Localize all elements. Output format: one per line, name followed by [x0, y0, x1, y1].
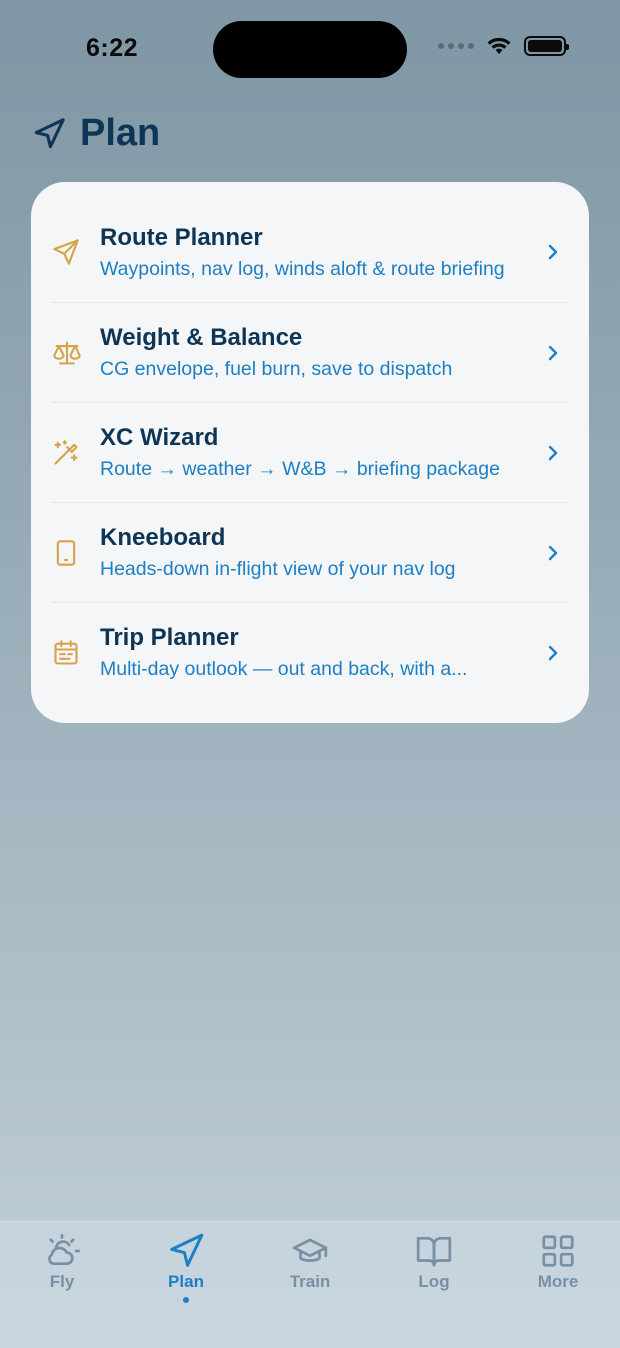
menu-item-weight-balance[interactable]: Weight & Balance CG envelope, fuel burn,…	[52, 302, 568, 402]
chevron-right-icon	[548, 244, 558, 260]
magic-wand-icon	[54, 439, 78, 465]
status-icons	[438, 36, 569, 56]
menu-item-title: Route Planner	[100, 223, 263, 251]
menu-item-xc-wizard[interactable]: XC Wizard Route → weather → W&B → briefi…	[52, 402, 568, 502]
calendar-icon	[54, 639, 78, 665]
grid-icon	[542, 1235, 574, 1267]
wifi-icon	[487, 37, 511, 54]
menu-item-subtitle: CG envelope, fuel burn, save to dispatch	[100, 358, 453, 380]
tab-label: Train	[289, 1272, 331, 1291]
navigation-arrow-icon	[34, 117, 65, 148]
tab-label: Plan	[168, 1272, 204, 1291]
menu-item-route-planner[interactable]: Route Planner Waypoints, nav log, winds …	[52, 202, 568, 302]
tab-label: Fly	[49, 1272, 75, 1291]
menu-item-trip-planner[interactable]: Trip Planner Multi-day outlook — out and…	[52, 602, 568, 702]
dynamic-island	[213, 21, 407, 78]
tab-log[interactable]: Log	[372, 1222, 496, 1348]
scale-icon	[53, 341, 81, 364]
tab-more[interactable]: More	[496, 1222, 620, 1348]
tablet-icon	[56, 539, 76, 566]
battery-icon	[524, 36, 569, 56]
cloud-sun-icon	[48, 1233, 80, 1266]
cellular-signal-icon	[438, 43, 474, 49]
active-tab-indicator	[183, 1297, 189, 1303]
menu-item-title: Weight & Balance	[100, 324, 303, 351]
tab-fly[interactable]: Fly	[0, 1222, 124, 1348]
status-time: 6:22	[86, 34, 139, 62]
book-icon	[416, 1236, 452, 1267]
graduation-cap-icon	[292, 1238, 328, 1262]
navigation-arrow-icon	[170, 1233, 204, 1267]
chevron-right-icon	[548, 445, 558, 460]
menu-item-subtitle: Waypoints, nav log, winds aloft & route …	[100, 257, 505, 280]
menu-item-kneeboard[interactable]: Kneeboard Heads-down in-flight view of y…	[52, 502, 568, 602]
menu-item-title: XC Wizard	[100, 424, 219, 451]
menu-item-subtitle: Multi-day outlook — out and back, with a…	[100, 658, 468, 680]
status-bar: 6:22	[0, 0, 620, 100]
menu-item-subtitle: Heads-down in-flight view of your nav lo…	[100, 558, 456, 580]
menu-item-title: Kneeboard	[100, 524, 226, 551]
tab-train[interactable]: Train	[248, 1222, 372, 1348]
menu-item-title: Trip Planner	[100, 624, 239, 651]
tab-plan[interactable]: Plan	[124, 1222, 248, 1348]
tab-label: Log	[418, 1272, 450, 1291]
chevron-right-icon	[548, 645, 558, 660]
chevron-right-icon	[548, 545, 558, 560]
chevron-right-icon	[548, 345, 558, 360]
tab-label: More	[537, 1272, 579, 1291]
page-title: Plan	[80, 112, 161, 154]
plan-menu-card: Route Planner Waypoints, nav log, winds …	[31, 182, 589, 723]
tab-bar: Fly Plan Train Log More	[0, 1221, 620, 1348]
page-header: Plan	[32, 112, 160, 155]
send-arrow-icon	[53, 239, 79, 265]
menu-item-subtitle: Route → weather → W&B → briefing package	[100, 458, 500, 480]
